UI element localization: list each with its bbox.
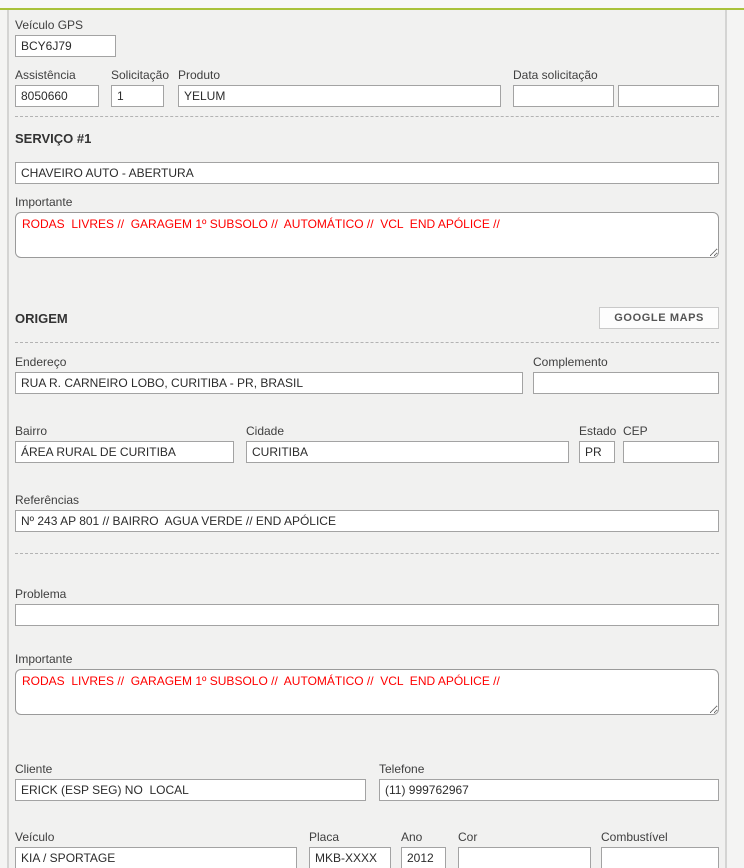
problem-label: Problema: [15, 587, 719, 601]
service-heading: SERVIÇO #1: [15, 131, 719, 146]
product-field: Produto: [178, 68, 501, 107]
references-label: Referências: [15, 493, 719, 507]
district-label: Bairro: [15, 424, 234, 438]
phone-field: Telefone: [379, 762, 719, 801]
complement-input[interactable]: [533, 372, 719, 394]
product-input[interactable]: [178, 85, 501, 107]
zip-field: CEP: [623, 424, 719, 463]
year-label: Ano: [401, 830, 446, 844]
divider: [15, 116, 719, 117]
color-label: Cor: [458, 830, 591, 844]
fuel-label: Combustível: [601, 830, 719, 844]
fuel-field: Combustível: [601, 830, 719, 868]
color-field: Cor: [458, 830, 591, 868]
service-important-field: Importante RODAS LIVRES // GARAGEM 1º SU…: [15, 195, 719, 263]
state-field: Estado: [579, 424, 615, 463]
service-important-label: Importante: [15, 195, 719, 209]
product-label: Produto: [178, 68, 501, 82]
request-label: Solicitação: [111, 68, 164, 82]
assistance-field: Assistência: [15, 68, 99, 107]
city-input[interactable]: [246, 441, 569, 463]
complement-label: Complemento: [533, 355, 719, 369]
vehicle-gps-field: Veículo GPS: [15, 18, 116, 57]
vehicle-gps-input[interactable]: [15, 35, 116, 57]
client-field: Cliente: [15, 762, 366, 801]
client-row: Cliente Telefone: [15, 762, 719, 801]
city-field: Cidade: [246, 424, 569, 463]
plate-label: Placa: [309, 830, 391, 844]
problem-field: Problema: [15, 587, 719, 626]
references-input[interactable]: [15, 510, 719, 532]
request-date-label: Data solicitação: [513, 68, 719, 82]
district-row: Bairro Cidade Estado CEP: [15, 424, 719, 463]
important-label: Importante: [15, 652, 719, 666]
assistance-input[interactable]: [15, 85, 99, 107]
year-field: Ano: [401, 830, 446, 868]
service-important-textarea[interactable]: RODAS LIVRES // GARAGEM 1º SUBSOLO // AU…: [15, 212, 719, 258]
divider: [15, 553, 719, 554]
vehicle-field: Veículo: [15, 830, 297, 868]
page-top-strip: [0, 0, 744, 8]
origin-heading: ORIGEM: [15, 311, 68, 326]
request-date-input-2[interactable]: [618, 85, 719, 107]
address-field: Endereço: [15, 355, 523, 394]
client-label: Cliente: [15, 762, 366, 776]
vehicle-input[interactable]: [15, 847, 297, 868]
origin-header: ORIGEM GOOGLE MAPS: [15, 307, 719, 329]
plate-field: Placa: [309, 830, 391, 868]
state-label: Estado: [579, 424, 615, 438]
vehicle-label: Veículo: [15, 830, 297, 844]
city-label: Cidade: [246, 424, 569, 438]
service-field: [15, 162, 719, 184]
service-form-panel: Veículo GPS Assistência Solicitação Prod…: [7, 10, 727, 868]
google-maps-button[interactable]: GOOGLE MAPS: [599, 307, 719, 329]
vehicle-row: Veículo Placa Ano Cor Combustível: [15, 830, 719, 868]
problem-input[interactable]: [15, 604, 719, 626]
plate-input[interactable]: [309, 847, 391, 868]
assistance-label: Assistência: [15, 68, 99, 82]
assistance-row: Assistência Solicitação Produto Data sol…: [15, 68, 719, 107]
zip-label: CEP: [623, 424, 719, 438]
zip-input[interactable]: [623, 441, 719, 463]
request-date-input-1[interactable]: [513, 85, 614, 107]
phone-input[interactable]: [379, 779, 719, 801]
request-field: Solicitação: [111, 68, 164, 107]
complement-field: Complemento: [533, 355, 719, 394]
service-input[interactable]: [15, 162, 719, 184]
address-row: Endereço Complemento: [15, 355, 719, 394]
color-input[interactable]: [458, 847, 591, 868]
important-field: Importante RODAS LIVRES // GARAGEM 1º SU…: [15, 652, 719, 720]
fuel-input[interactable]: [601, 847, 719, 868]
address-input[interactable]: [15, 372, 523, 394]
state-input[interactable]: [579, 441, 615, 463]
important-textarea[interactable]: RODAS LIVRES // GARAGEM 1º SUBSOLO // AU…: [15, 669, 719, 715]
address-label: Endereço: [15, 355, 523, 369]
year-input[interactable]: [401, 847, 446, 868]
client-input[interactable]: [15, 779, 366, 801]
divider: [15, 342, 719, 343]
phone-label: Telefone: [379, 762, 719, 776]
references-field: Referências: [15, 493, 719, 532]
vehicle-gps-label: Veículo GPS: [15, 18, 116, 32]
district-field: Bairro: [15, 424, 234, 463]
request-input[interactable]: [111, 85, 164, 107]
district-input[interactable]: [15, 441, 234, 463]
request-date-field: Data solicitação: [513, 68, 719, 107]
